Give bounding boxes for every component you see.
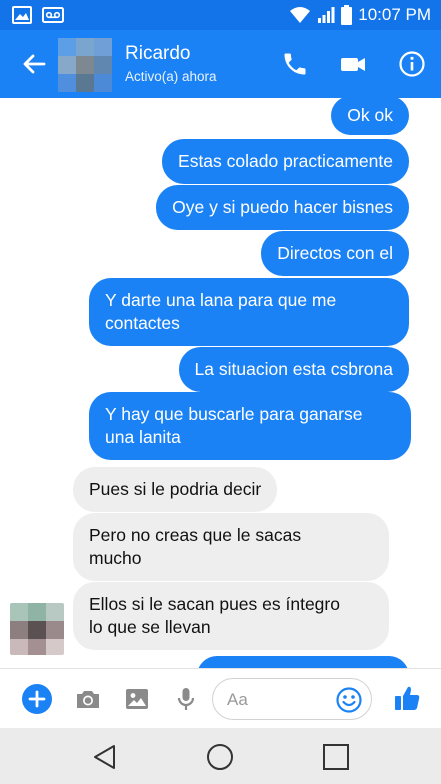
contact-name: Ricardo [125, 43, 191, 64]
like-icon[interactable] [392, 683, 422, 713]
message-text: Oye y si puedo hacer bisnes [172, 197, 393, 217]
nav-home-icon[interactable] [205, 742, 235, 772]
image-icon [12, 6, 32, 24]
message-text: Directos con el [277, 243, 393, 263]
message-bubble-outgoing[interactable]: Estas colado practicamente [162, 139, 409, 184]
message-bubble-incoming[interactable]: Pero no creas que le sacas mucho [73, 513, 389, 581]
contact-status: Activo(a) ahora [125, 69, 217, 84]
message-bubble-outgoing-partial[interactable] [197, 656, 409, 668]
message-text: La situacion esta csbrona [194, 359, 393, 379]
message-input-box[interactable] [212, 678, 372, 720]
message-bubble-outgoing[interactable]: Ok ok [331, 98, 409, 135]
nav-back-icon[interactable] [90, 742, 120, 772]
wifi-icon [290, 7, 311, 23]
message-text: Estas colado practicamente [178, 151, 393, 171]
message-text: mucho [89, 548, 142, 568]
conversation-header: Ricardo Activo(a) ahora [0, 30, 441, 98]
message-text: Y darte una lana para que me [105, 290, 337, 310]
message-text: Pero no creas que le sacas [89, 525, 302, 545]
phone-icon[interactable] [281, 50, 309, 78]
system-navigation-bar [0, 728, 441, 784]
status-time: 10:07 PM [358, 5, 431, 24]
message-composer [0, 668, 441, 728]
message-bubble-outgoing[interactable]: Y hay que buscarle para ganarse una lani… [89, 392, 411, 460]
message-bubble-outgoing[interactable]: Directos con el [261, 231, 409, 276]
plus-icon[interactable] [22, 684, 52, 714]
message-bubble-outgoing[interactable]: Y darte una lana para que me contactes [89, 278, 409, 346]
sender-avatar[interactable] [10, 603, 64, 655]
info-icon[interactable] [398, 50, 426, 78]
voicemail-icon [42, 7, 64, 23]
status-bar: 10:07 PM [0, 0, 441, 30]
message-text: contactes [105, 313, 180, 333]
message-text: lo que se llevan [89, 617, 211, 637]
battery-icon [341, 5, 353, 25]
message-text: Y hay que buscarle para ganarse [105, 404, 363, 424]
video-icon[interactable] [339, 50, 367, 78]
message-list[interactable]: Ok ok Estas colado practicamente Oye y s… [0, 98, 441, 668]
message-bubble-incoming[interactable]: Ellos si le sacan pues es íntegro lo que… [73, 582, 389, 650]
emoji-icon[interactable] [335, 686, 363, 714]
signal-icon [318, 7, 335, 23]
microphone-icon[interactable] [172, 685, 200, 713]
message-bubble-outgoing[interactable]: La situacion esta csbrona [178, 347, 409, 392]
back-arrow-icon[interactable] [20, 50, 48, 78]
message-text: Pues si le podria decir [89, 479, 262, 499]
nav-recents-icon[interactable] [321, 742, 351, 772]
camera-icon[interactable] [74, 685, 102, 713]
gallery-icon[interactable] [123, 685, 151, 713]
message-input[interactable] [227, 688, 327, 712]
message-bubble-outgoing[interactable]: Oye y si puedo hacer bisnes [156, 185, 409, 230]
message-text: Ellos si le sacan pues es íntegro [89, 594, 340, 614]
message-bubble-incoming[interactable]: Pues si le podria decir [73, 467, 278, 512]
contact-avatar[interactable] [58, 38, 114, 92]
message-text: Ok ok [347, 105, 393, 125]
message-text: una lanita [105, 427, 181, 447]
